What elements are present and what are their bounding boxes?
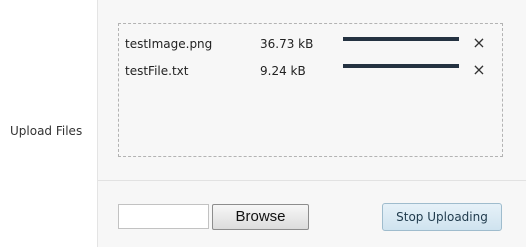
remove-file-close-icon[interactable]: × (471, 35, 487, 51)
upload-progress-fill (343, 64, 459, 68)
remove-file-close-icon[interactable]: × (471, 62, 487, 78)
file-name: testFile.txt (125, 64, 189, 78)
file-size: 9.24 kB (260, 64, 306, 78)
upload-progress-bar (343, 64, 459, 68)
upload-file-row: testFile.txt 9.24 kB × (119, 61, 504, 81)
stop-uploading-button[interactable]: Stop Uploading (382, 203, 502, 231)
upload-file-row: testImage.png 36.73 kB × (119, 34, 504, 54)
upload-panel: testImage.png 36.73 kB × testFile.txt 9.… (97, 0, 526, 247)
upload-files-label: Upload Files (10, 124, 83, 138)
file-name: testImage.png (125, 37, 213, 51)
file-path-input[interactable] (118, 204, 209, 229)
upload-progress-fill (343, 37, 459, 41)
upload-progress-bar (343, 37, 459, 41)
browse-button[interactable]: Browse (212, 204, 309, 230)
panel-divider (98, 180, 526, 181)
file-size: 36.73 kB (260, 37, 314, 51)
upload-drop-zone[interactable]: testImage.png 36.73 kB × testFile.txt 9.… (118, 23, 503, 157)
